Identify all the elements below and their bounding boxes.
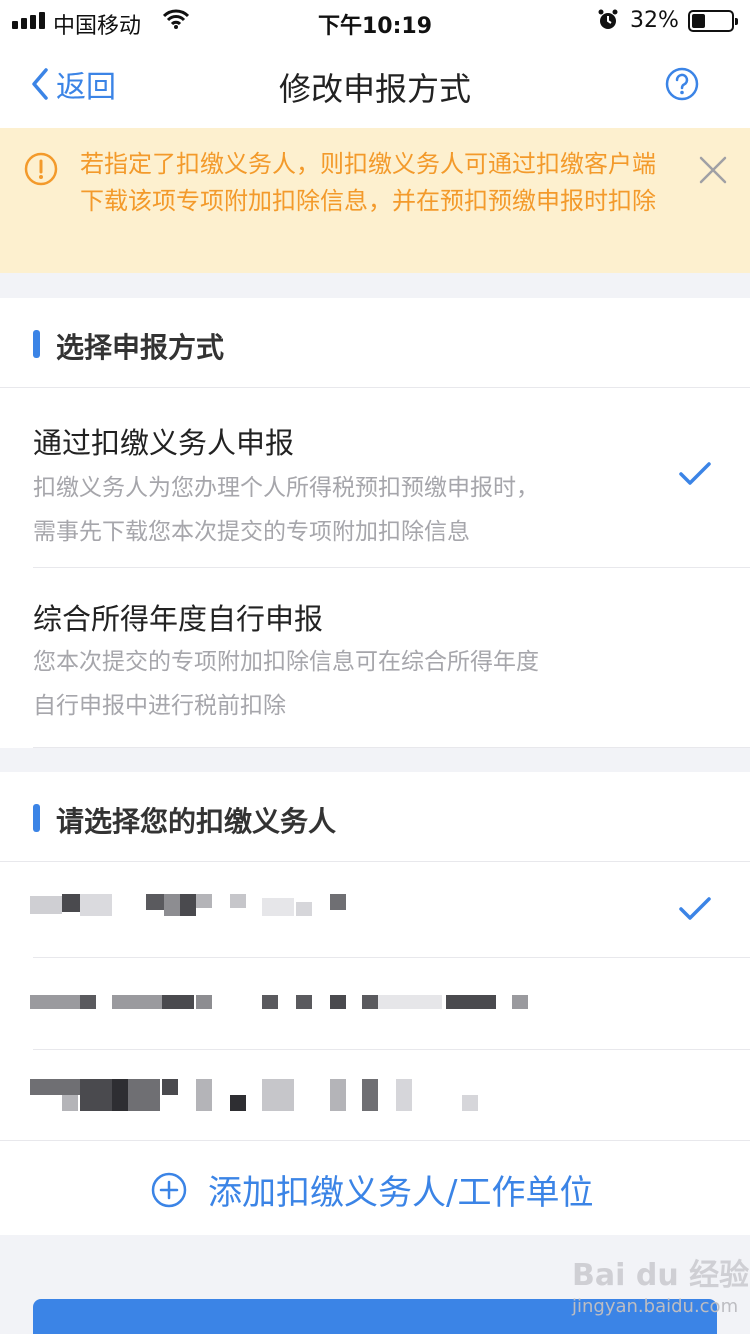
alarm-icon	[597, 9, 619, 37]
warning-icon	[24, 152, 58, 190]
agent-header: 请选择您的扣缴义务人	[0, 772, 750, 862]
divider	[33, 747, 750, 748]
battery-percent: 32%	[630, 8, 679, 33]
option-title: 综合所得年度自行申报	[33, 602, 324, 636]
method-card: 选择申报方式 通过扣缴义务人申报 扣缴义务人为您办理个人所得税预扣预缴申报时， …	[0, 298, 750, 748]
check-icon	[678, 896, 712, 926]
agent-row[interactable]	[0, 862, 750, 957]
option-self-declare[interactable]: 综合所得年度自行申报 您本次提交的专项附加扣除信息可在综合所得年度 自行申报中进…	[0, 568, 750, 748]
help-icon[interactable]	[665, 67, 699, 105]
page-title: 修改申报方式	[278, 70, 471, 108]
agent-row[interactable]	[0, 957, 750, 1049]
option-agent-declare[interactable]: 通过扣缴义务人申报 扣缴义务人为您办理个人所得税预扣预缴申报时， 需事先下载您本…	[0, 388, 750, 568]
baidu-watermark: Bai du 经验 jingyan.baidu.com	[572, 1250, 749, 1317]
nav-bar: 返回 修改申报方式	[0, 42, 750, 128]
section-accent-bar	[33, 330, 40, 358]
option-desc-line: 您本次提交的专项附加扣除信息可在综合所得年度	[33, 649, 539, 675]
add-agent-label: 添加扣缴义务人/工作单位	[208, 1173, 594, 1213]
watermark-site: jingyan.baidu.com	[572, 1296, 739, 1317]
add-agent-button[interactable]: 添加扣缴义务人/工作单位	[0, 1140, 750, 1235]
status-bar: 中国移动 下午10:19 32%	[0, 0, 750, 42]
option-desc-line: 自行申报中进行税前扣除	[33, 693, 286, 719]
section-heading: 选择申报方式	[56, 331, 225, 364]
section-accent-bar	[33, 804, 40, 832]
method-header: 选择申报方式	[0, 298, 750, 388]
agent-row[interactable]	[0, 1049, 750, 1140]
option-desc-line: 需事先下载您本次提交的专项附加扣除信息	[33, 519, 470, 545]
option-desc: 扣缴义务人为您办理个人所得税预扣预缴申报时， 需事先下载您本次提交的专项附加扣除…	[33, 466, 633, 554]
option-desc: 您本次提交的专项附加扣除信息可在综合所得年度 自行申报中进行税前扣除	[33, 640, 633, 728]
agent-card: 请选择您的扣缴义务人	[0, 772, 750, 1140]
close-icon[interactable]	[698, 155, 728, 189]
notice-text: 若指定了扣缴义务人，则扣缴义务人可通过扣缴客户端下载该项专项附加扣除信息，并在预…	[80, 150, 656, 215]
watermark-brand: Bai du 经验	[572, 1258, 750, 1293]
option-desc-line: 扣缴义务人为您办理个人所得税预扣预缴申报时，	[33, 475, 539, 501]
option-title: 通过扣缴义务人申报	[33, 426, 295, 460]
section-heading: 请选择您的扣缴义务人	[56, 805, 337, 838]
check-icon	[678, 461, 712, 491]
notice-banner: 若指定了扣缴义务人，则扣缴义务人可通过扣缴客户端下载该项专项附加扣除信息，并在预…	[0, 128, 750, 273]
battery-icon	[688, 10, 738, 32]
plus-circle-icon	[151, 1172, 187, 1212]
